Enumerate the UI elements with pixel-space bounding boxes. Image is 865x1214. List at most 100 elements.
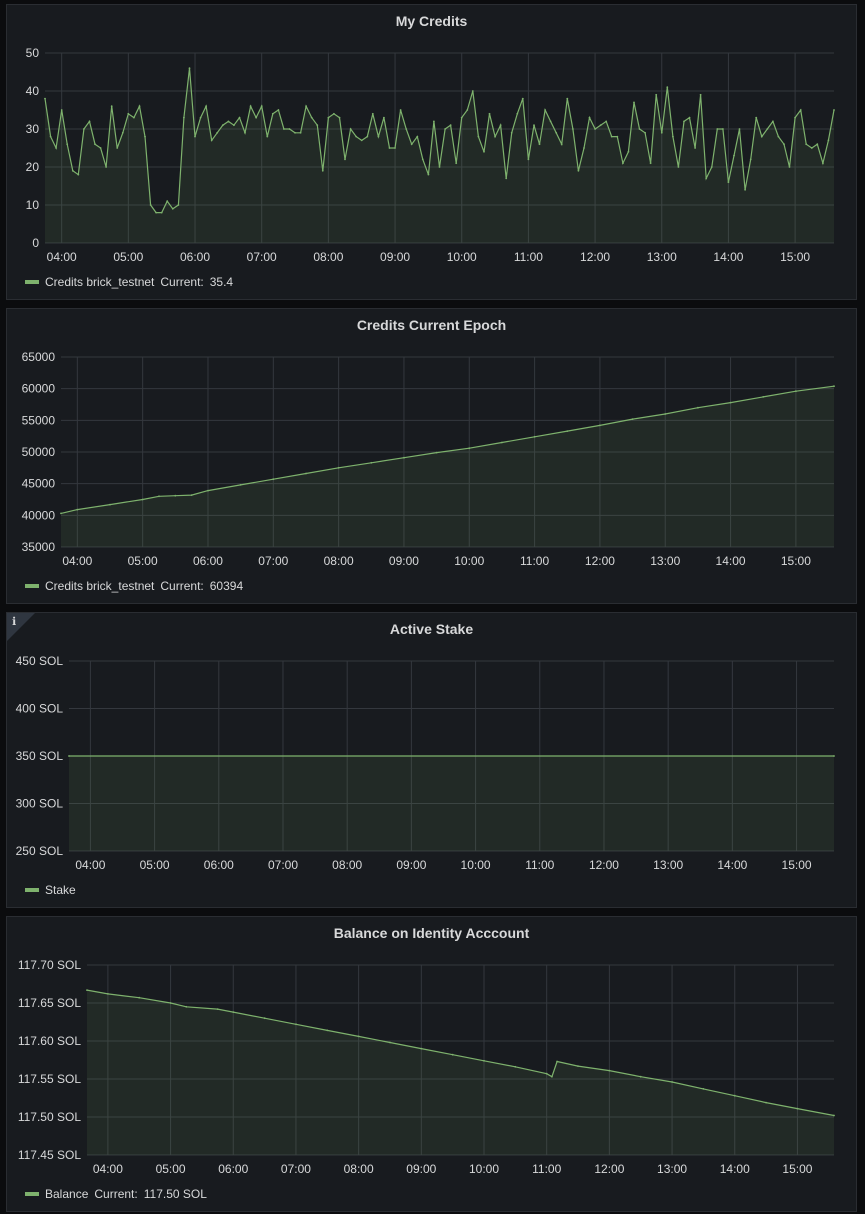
- panel-active-stake[interactable]: ℹ Active Stake 450 SOL 400 SOL 350 SOL 300 …: [6, 612, 857, 908]
- data-point: [116, 147, 119, 149]
- x-tick-label: 15:00: [782, 1162, 812, 1176]
- x-tick-label: 11:00: [520, 554, 549, 568]
- data-point: [733, 1094, 736, 1097]
- legend-item[interactable]: Balance Current: 117.50 SOL: [25, 1187, 207, 1201]
- data-point: [310, 116, 313, 119]
- data-point: [216, 131, 219, 134]
- x-tick-label: 08:00: [332, 858, 362, 872]
- chart-credits-current-epoch[interactable]: 65000 60000 55000 50000 45000 40000 35000 04:00…: [7, 309, 858, 605]
- data-point: [449, 124, 452, 127]
- data-point: [44, 97, 46, 100]
- x-tick-label: 09:00: [406, 1162, 436, 1176]
- x-tick-label: 13:00: [647, 250, 677, 264]
- data-point: [194, 135, 196, 138]
- data-point: [644, 131, 646, 134]
- data-point: [572, 128, 574, 130]
- y-tick-label: 117.65 SOL: [18, 996, 81, 1010]
- data-point: [294, 131, 296, 134]
- x-tick-label: 04:00: [75, 858, 105, 872]
- chart-my-credits[interactable]: 50 40 30 20 10 0 04:00 05:00 06:00 07:00 08:00 09:0…: [7, 5, 858, 301]
- panel-credits-current-epoch[interactable]: Credits Current Epoch 65000 60000 55000 500…: [6, 308, 857, 604]
- x-tick-label: 06:00: [193, 554, 223, 568]
- data-point: [710, 166, 713, 168]
- data-point: [83, 128, 85, 130]
- data-point: [366, 135, 369, 138]
- data-point: [744, 188, 746, 191]
- data-point: [677, 166, 680, 168]
- data-point: [477, 135, 480, 138]
- data-point: [109, 503, 111, 506]
- legend-swatch: [25, 1192, 39, 1196]
- data-point: [305, 105, 307, 108]
- legend-swatch: [25, 888, 39, 892]
- data-point: [360, 139, 363, 142]
- data-point: [326, 1029, 329, 1032]
- data-point: [316, 124, 319, 127]
- data-point: [420, 1047, 423, 1050]
- x-tick-label: 15:00: [781, 554, 811, 568]
- data-point: [466, 109, 469, 111]
- data-point: [141, 498, 144, 501]
- legend-current-value: 117.50 SOL: [143, 1187, 207, 1201]
- data-point: [455, 162, 458, 165]
- data-point: [633, 101, 635, 104]
- data-point: [483, 1059, 485, 1062]
- x-tick-label: 10:00: [454, 554, 484, 568]
- data-point: [783, 143, 785, 146]
- data-point: [549, 120, 552, 123]
- data-point: [169, 1002, 172, 1004]
- data-point: [155, 211, 158, 214]
- y-tick-label: 250 SOL: [16, 844, 64, 858]
- x-tick-label: 05:00: [140, 858, 170, 872]
- panel-my-credits[interactable]: My Credits 50 40 30 20 10 0 04:00 05:00 06:00 07:…: [6, 4, 857, 300]
- data-point: [105, 166, 107, 168]
- x-tick-label: 15:00: [780, 250, 810, 264]
- data-point: [627, 150, 630, 153]
- y-tick-label: 117.50 SOL: [18, 1110, 81, 1124]
- x-tick-label: 11:00: [532, 1162, 561, 1176]
- data-point: [631, 418, 634, 420]
- data-point: [827, 139, 830, 142]
- data-point: [266, 135, 269, 138]
- data-point: [377, 135, 380, 138]
- data-point: [370, 461, 373, 464]
- y-tick-label: 0: [32, 236, 39, 250]
- legend-item[interactable]: Credits brick_testnet Current: 60394: [25, 579, 243, 593]
- x-tick-label: 10:00: [447, 250, 477, 264]
- data-point: [483, 150, 485, 153]
- data-point: [76, 508, 79, 511]
- data-point: [357, 1035, 360, 1038]
- x-tick-label: 12:00: [580, 250, 610, 264]
- data-point: [833, 109, 835, 111]
- data-point: [210, 139, 213, 142]
- chart-active-stake[interactable]: 450 SOL 400 SOL 350 SOL 300 SOL 250 SOL 04:00…: [7, 613, 858, 909]
- x-tick-label: 13:00: [653, 858, 683, 872]
- data-point: [672, 135, 674, 138]
- data-point: [421, 158, 424, 161]
- x-tick-label: 08:00: [324, 554, 354, 568]
- y-tick-label: 300 SOL: [16, 797, 64, 811]
- data-point: [199, 116, 202, 119]
- legend-item[interactable]: Credits brick_testnet Current: 35.4: [25, 275, 233, 289]
- data-point: [166, 200, 169, 203]
- y-tick-label: 40: [26, 84, 40, 98]
- x-tick-label: 04:00: [62, 554, 92, 568]
- data-point: [383, 116, 385, 119]
- data-point: [544, 109, 546, 111]
- data-point: [183, 116, 185, 119]
- data-point: [160, 211, 163, 214]
- data-point: [471, 90, 474, 92]
- legend-current-value: 60394: [209, 579, 244, 593]
- data-point: [188, 67, 191, 70]
- data-point: [765, 1101, 767, 1104]
- data-point: [77, 173, 80, 176]
- legend-item[interactable]: Stake: [25, 883, 76, 897]
- data-point: [599, 424, 601, 427]
- y-tick-label: 117.55 SOL: [18, 1072, 81, 1086]
- data-point: [94, 143, 96, 146]
- data-point: [232, 1011, 235, 1013]
- data-point: [416, 135, 419, 138]
- panel-balance-identity-account[interactable]: Balance on Identity Acccount 117.70 SOL 1…: [6, 916, 857, 1212]
- chart-balance-identity-account[interactable]: 117.70 SOL 117.65 SOL 117.60 SOL 117.55 SOL…: [7, 917, 858, 1213]
- data-point: [533, 124, 535, 127]
